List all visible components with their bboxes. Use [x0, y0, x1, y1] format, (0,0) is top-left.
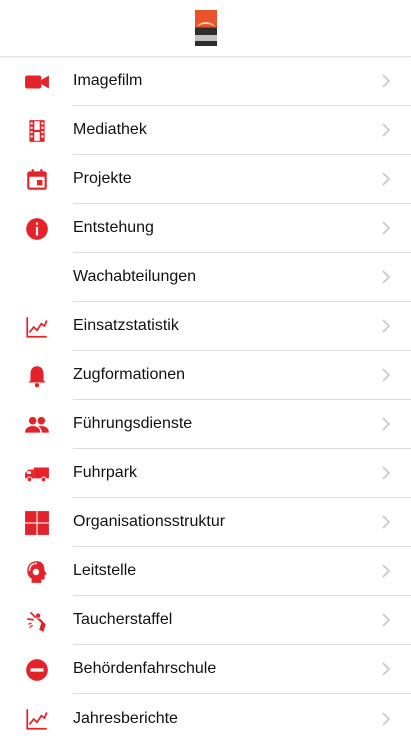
film-strip-icon — [0, 106, 73, 155]
menu-label: Führungsdienste — [73, 415, 193, 432]
chevron-right-icon — [381, 318, 391, 334]
menu-item-einsatzstatistik[interactable]: Einsatzstatistik — [0, 302, 411, 351]
headset-icon — [0, 547, 73, 596]
chevron-right-icon — [381, 367, 391, 383]
chevron-right-icon — [381, 661, 391, 677]
bell-icon — [0, 351, 73, 400]
menu-item-fuhrpark[interactable]: Fuhrpark — [0, 449, 411, 498]
fire-department-logo — [194, 10, 217, 46]
no-entry-icon — [0, 645, 73, 694]
menu-item-mediathek[interactable]: Mediathek — [0, 106, 411, 155]
menu-label: Entstehung — [73, 219, 154, 236]
menu-item-organisationsstruktur[interactable]: Organisationsstruktur — [0, 498, 411, 547]
empty-icon — [0, 253, 73, 302]
menu-label: Leitstelle — [73, 562, 137, 579]
menu-item-wachabteilungen[interactable]: Wachabteilungen — [0, 253, 411, 302]
truck-icon — [0, 449, 73, 498]
menu-label: Organisationsstruktur — [73, 513, 226, 530]
menu-item-jahresberichte[interactable]: Jahresberichte — [0, 694, 411, 743]
menu-label: Fuhrpark — [73, 464, 138, 481]
chevron-right-icon — [381, 465, 391, 481]
chevron-right-icon — [381, 416, 391, 432]
chevron-right-icon — [381, 220, 391, 236]
menu-label: Taucherstaffel — [73, 611, 173, 628]
menu-label: Projekte — [73, 170, 132, 187]
menu-item-imagefilm[interactable]: Imagefilm — [0, 57, 411, 106]
menu-label: Zugformationen — [73, 366, 186, 383]
chevron-right-icon — [381, 73, 391, 89]
main-menu: Imagefilm Mediathek Projekte Entstehung — [0, 57, 411, 743]
menu-item-taucherstaffel[interactable]: Taucherstaffel — [0, 596, 411, 645]
menu-label: Mediathek — [73, 121, 147, 138]
menu-label: Jahresberichte — [73, 709, 178, 727]
menu-item-behoerdenfahrschule[interactable]: Behördenfahrschule — [0, 645, 411, 694]
diver-icon — [0, 596, 73, 645]
calendar-icon — [0, 155, 73, 204]
menu-item-zugformationen[interactable]: Zugformationen — [0, 351, 411, 400]
app-header — [0, 0, 411, 57]
chevron-right-icon — [381, 563, 391, 579]
grid-icon — [0, 498, 73, 547]
video-camera-icon — [0, 57, 73, 106]
menu-label: Behördenfahrschule — [73, 660, 217, 677]
people-icon — [0, 400, 73, 449]
line-chart-icon — [0, 694, 73, 743]
chevron-right-icon — [381, 612, 391, 628]
menu-item-fuehrungsdienste[interactable]: Führungsdienste — [0, 400, 411, 449]
chevron-right-icon — [381, 171, 391, 187]
chevron-right-icon — [381, 122, 391, 138]
menu-item-projekte[interactable]: Projekte — [0, 155, 411, 204]
menu-label: Imagefilm — [73, 72, 143, 89]
line-chart-icon — [0, 302, 73, 351]
menu-item-leitstelle[interactable]: Leitstelle — [0, 547, 411, 596]
menu-label: Einsatzstatistik — [73, 317, 179, 334]
menu-item-entstehung[interactable]: Entstehung — [0, 204, 411, 253]
chevron-right-icon — [381, 711, 391, 727]
chevron-right-icon — [381, 514, 391, 530]
info-icon — [0, 204, 73, 253]
menu-label: Wachabteilungen — [73, 268, 197, 285]
chevron-right-icon — [381, 269, 391, 285]
